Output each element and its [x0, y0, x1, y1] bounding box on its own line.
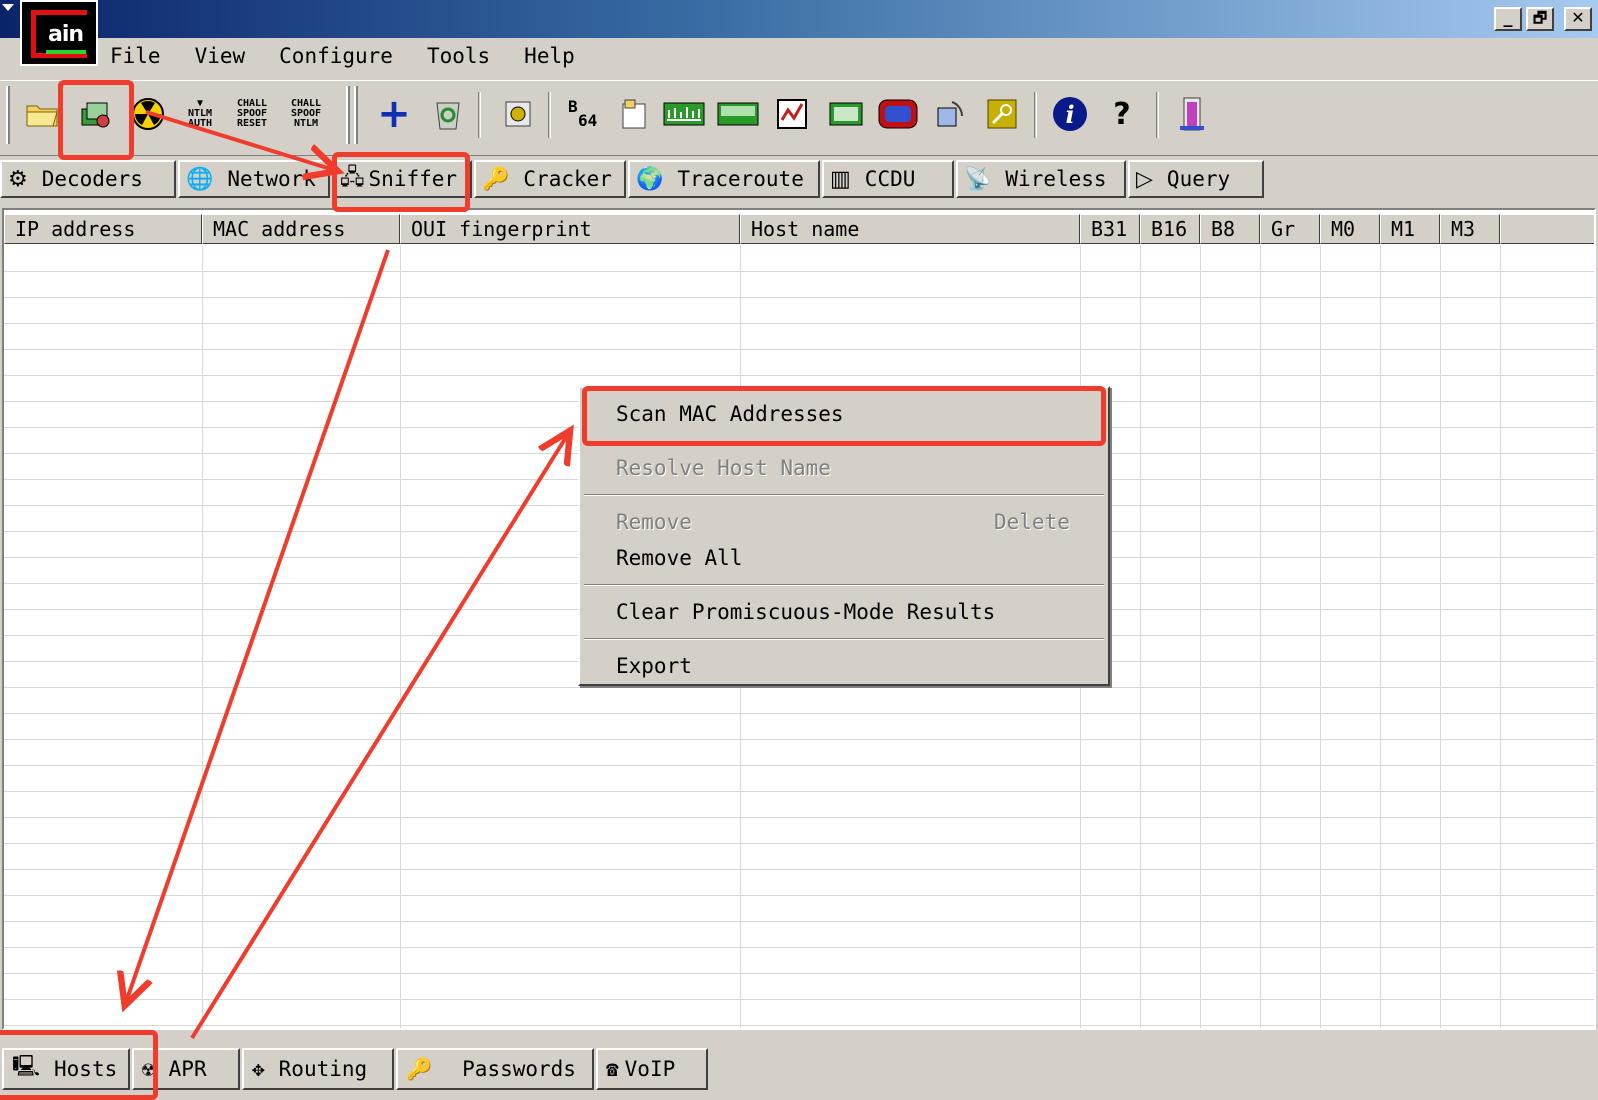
annotation-arrows: [0, 110, 1598, 1040]
